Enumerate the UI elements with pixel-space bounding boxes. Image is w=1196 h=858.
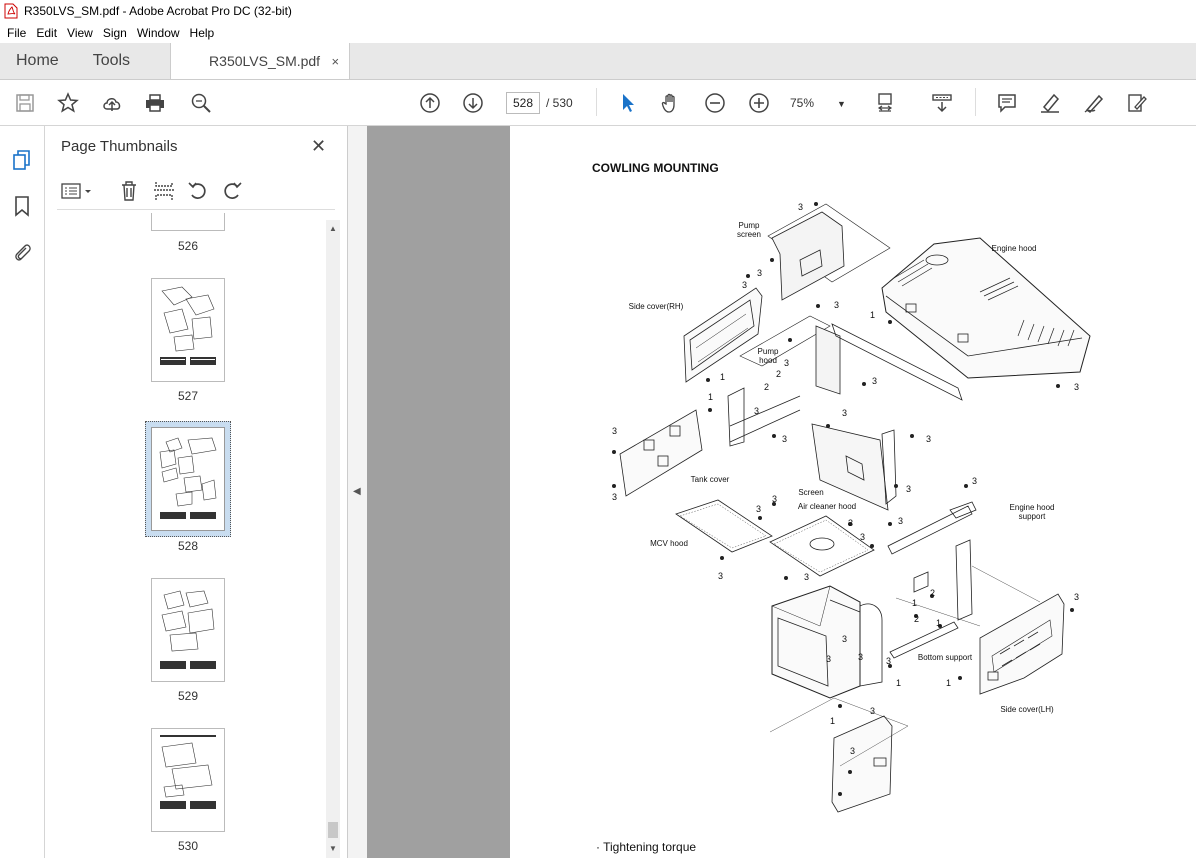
panel-toolbar (57, 172, 335, 210)
page-number-input[interactable]: 528 (506, 92, 540, 114)
menu-window[interactable]: Window (132, 26, 185, 40)
tab-home[interactable]: Home (0, 43, 75, 79)
scrollbar-thumb[interactable] (328, 822, 338, 838)
tab-close-button[interactable]: × (331, 54, 339, 69)
highlight-pen-icon[interactable] (1037, 90, 1063, 116)
options-menu-icon[interactable] (61, 182, 95, 200)
label-tank-cover: Tank cover (690, 475, 730, 484)
thumbnail-page-526[interactable] (151, 213, 225, 231)
menu-bar: File Edit View Sign Window Help (0, 22, 1196, 43)
upload-cloud-icon[interactable] (99, 90, 125, 116)
rotate-clockwise-icon[interactable] (221, 180, 243, 202)
label-bottom-support: Bottom support (917, 653, 973, 662)
tab-tools[interactable]: Tools (75, 43, 146, 79)
zoom-level[interactable]: 75% (790, 96, 814, 110)
page-total: / 530 (546, 96, 573, 110)
tab-document-label: R350LVS_SM.pdf (209, 53, 321, 69)
menu-sign[interactable]: Sign (98, 26, 132, 40)
left-rail (0, 126, 45, 858)
thumbnail-label: 529 (177, 689, 199, 703)
thumbnail-page-530[interactable] (151, 728, 225, 832)
attachments-icon[interactable] (10, 240, 34, 264)
select-arrow-icon[interactable] (615, 90, 641, 116)
title-bar: R350LVS_SM.pdf - Adobe Acrobat Pro DC (3… (0, 0, 1196, 22)
thumbnail-page-527[interactable] (151, 278, 225, 382)
label-pump-screen: Pump screen (736, 221, 761, 239)
document-page: COWLING MOUNTING Pump screen Engine hood… (510, 126, 1196, 858)
window-title: R350LVS_SM.pdf - Adobe Acrobat Pro DC (3… (24, 4, 292, 18)
label-side-cover-lh: Side cover(LH) (1000, 705, 1054, 714)
bookmarks-icon[interactable] (10, 194, 34, 218)
comment-icon[interactable] (994, 90, 1020, 116)
page-fit-icon[interactable] (873, 90, 899, 116)
panel-title: Page Thumbnails (61, 138, 178, 155)
hand-tool-icon[interactable] (658, 90, 684, 116)
menu-help[interactable]: Help (185, 26, 220, 40)
label-engine-hood-support: Engine hood support (1009, 503, 1055, 521)
label-screen: Screen (798, 488, 824, 497)
save-icon[interactable] (12, 90, 38, 116)
tab-bar: Home Tools R350LVS_SM.pdf × (0, 43, 1196, 80)
edit-pdf-icon[interactable] (1124, 90, 1150, 116)
thumbnail-scrollbar[interactable]: ▲ ▼ (326, 220, 340, 858)
rotate-counterclockwise-icon[interactable] (187, 180, 209, 202)
fill-sign-icon[interactable] (1081, 90, 1107, 116)
menu-view[interactable]: View (62, 26, 98, 40)
label-engine-hood: Engine hood (991, 244, 1037, 253)
panel-collapse-strip[interactable]: ◀ (348, 126, 367, 858)
tab-document[interactable]: R350LVS_SM.pdf × (170, 43, 351, 79)
thumbnail-page-528-selected[interactable] (145, 421, 231, 537)
thumbnail-label: 530 (177, 839, 199, 853)
document-viewer-background (367, 126, 510, 858)
chevron-down-icon[interactable]: ▼ (837, 99, 846, 109)
menu-edit[interactable]: Edit (31, 26, 62, 40)
zoom-in-icon[interactable] (746, 90, 772, 116)
thumbnail-label: 527 (177, 389, 199, 403)
bookmark-star-icon[interactable] (55, 90, 81, 116)
label-side-cover-rh: Side cover(RH) (628, 302, 684, 311)
thumbnails-panel: Page Thumbnails ✕ 526 527 528 529 530 ▲ … (45, 126, 348, 858)
print-icon[interactable] (142, 90, 168, 116)
thumbnail-label: 528 (177, 539, 199, 553)
thumbnail-label: 526 (177, 239, 199, 253)
next-page-icon[interactable] (460, 90, 486, 116)
tightening-torque-note: · Tightening torque (596, 840, 697, 854)
acrobat-pdf-icon (4, 3, 18, 19)
toolbar (0, 80, 1196, 126)
label-pump-hood: Pump hood (757, 347, 779, 365)
label-mcv-hood: MCV hood (650, 539, 688, 548)
extract-pages-icon[interactable] (153, 180, 175, 202)
panel-close-button[interactable]: ✕ (311, 136, 326, 157)
menu-file[interactable]: File (2, 26, 31, 40)
page-thumbnails-icon[interactable] (10, 148, 34, 172)
collapse-panel-icon[interactable]: ◀ (353, 486, 361, 497)
thumbnail-page-529[interactable] (151, 578, 225, 682)
scroll-down-icon[interactable]: ▼ (329, 844, 337, 853)
scroll-up-icon[interactable]: ▲ (329, 224, 337, 233)
scroll-mode-icon[interactable] (929, 90, 955, 116)
label-air-cleaner-hood: Air cleaner hood (797, 502, 857, 511)
search-zoom-icon[interactable] (188, 90, 214, 116)
previous-page-icon[interactable] (417, 90, 443, 116)
zoom-out-icon[interactable] (702, 90, 728, 116)
thumbnail-list: 526 527 528 529 530 (45, 213, 327, 858)
delete-trash-icon[interactable] (119, 180, 139, 202)
